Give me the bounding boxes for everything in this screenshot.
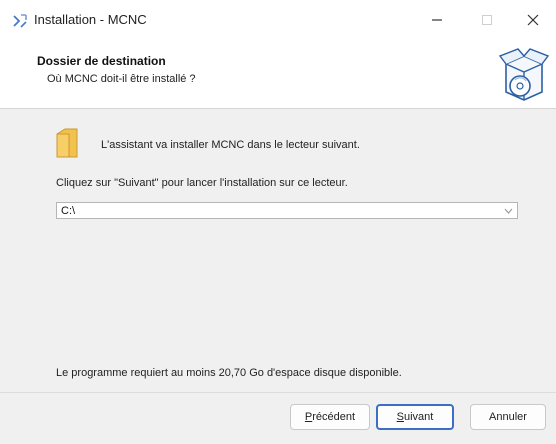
next-button[interactable]: Suivant <box>376 404 454 430</box>
close-button[interactable] <box>510 0 556 40</box>
previous-accel: P <box>304 411 313 423</box>
disk-space-text: Le programme requiert au moins 20,70 Go … <box>56 367 402 379</box>
page-subtitle: Où MCNC doit-il être installé ? <box>47 73 196 85</box>
previous-button[interactable]: Précédent <box>290 404 370 430</box>
button-bar: Précédent Suivant Annuler <box>0 392 556 444</box>
window-title: Installation - MCNC <box>34 12 147 27</box>
minimize-button[interactable] <box>414 0 460 40</box>
wizard-content: L'assistant va installer MCNC dans le le… <box>0 109 556 392</box>
minimize-icon <box>432 19 442 21</box>
installer-box-disc-icon <box>498 48 550 101</box>
next-accel: S <box>396 411 404 423</box>
close-icon <box>527 14 539 26</box>
previous-label: récédent <box>312 411 356 423</box>
destination-path-input[interactable] <box>56 202 518 219</box>
maximize-button[interactable] <box>464 0 510 40</box>
maximize-icon <box>482 15 492 25</box>
path-dropdown-button[interactable] <box>499 203 517 218</box>
title-bar: Installation - MCNC <box>0 0 556 40</box>
next-label: uivant <box>403 411 434 423</box>
wizard-header: Dossier de destination Où MCNC doit-il ê… <box>0 40 556 109</box>
cancel-button[interactable]: Annuler <box>470 404 546 430</box>
page-title: Dossier de destination <box>37 54 166 68</box>
chevron-down-icon <box>504 208 512 214</box>
folder-icon <box>56 128 78 158</box>
info-text: L'assistant va installer MCNC dans le le… <box>101 139 360 151</box>
setup-app-icon <box>13 14 27 28</box>
instruction-text: Cliquez sur "Suivant" pour lancer l'inst… <box>56 177 348 189</box>
